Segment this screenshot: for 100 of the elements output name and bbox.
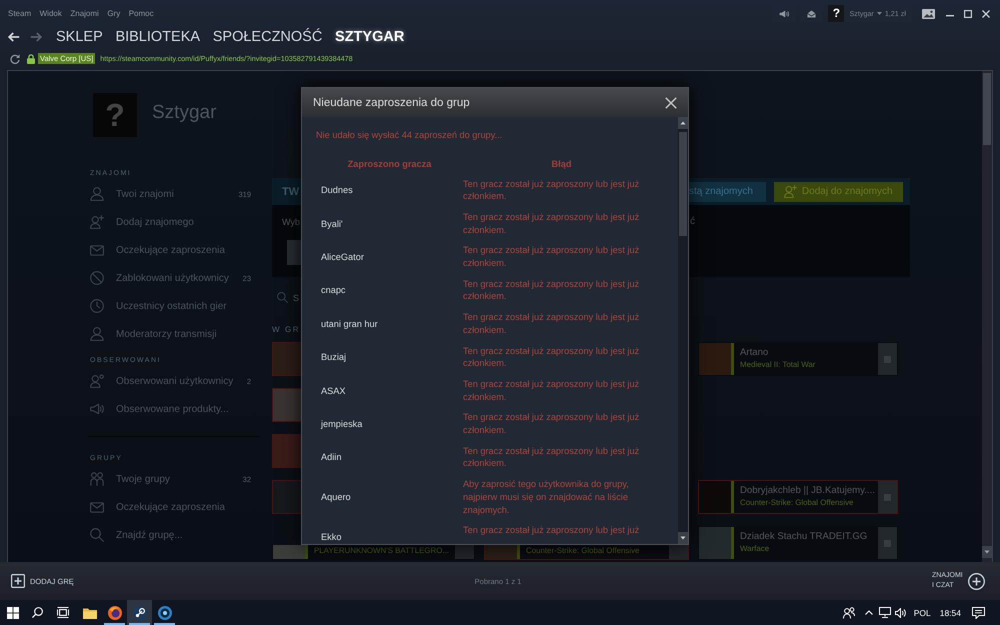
person-icon — [90, 187, 104, 201]
player-name: ASAX — [321, 384, 346, 397]
folder-icon — [82, 606, 96, 618]
windows-icon — [6, 606, 18, 618]
menu-item[interactable]: Znajomi — [70, 9, 99, 18]
error-text: Ten gracz został już zaproszony lub jest już członkiem. — [463, 444, 640, 470]
menu-item[interactable]: Steam — [8, 9, 32, 18]
language-indicator[interactable]: POL — [914, 608, 931, 618]
profile-avatar: ? — [93, 93, 137, 137]
error-text: Ten gracz został już zaproszony lub jest już członkiem. — [463, 378, 640, 404]
column-header: Błąd — [552, 158, 572, 168]
error-text: Ten gracz został już zaproszony lub jest już członkiem. — [463, 411, 640, 437]
sidebar-item[interactable]: Znajdź grupę... — [88, 521, 260, 549]
envelope-icon — [90, 244, 104, 256]
volume-icon[interactable] — [894, 608, 906, 618]
player-name: Ekko — [321, 530, 342, 543]
maximize-icon[interactable] — [964, 10, 972, 18]
menu-item[interactable]: Gry — [107, 9, 120, 18]
scroll-down-button[interactable] — [678, 532, 688, 544]
dialog-title: Nieudane zaproszenia do grup — [313, 96, 470, 108]
task-view-icon — [56, 607, 68, 618]
people-icon — [90, 472, 104, 486]
panel-text: ć — [690, 216, 695, 228]
player-name: jempieska — [321, 418, 362, 430]
scrollbar-track[interactable] — [678, 117, 688, 544]
avatar-placeholder — [273, 545, 305, 559]
error-text: Ten gracz został już zaproszony lub jest już członkiem. — [463, 244, 640, 270]
app-icon — [158, 606, 172, 620]
avatar-placeholder — [485, 545, 517, 559]
friends-list-button[interactable]: stą znajomych — [689, 182, 766, 202]
person-plus-icon — [784, 185, 797, 198]
scrollbar-thumb[interactable] — [983, 73, 991, 145]
search-icon — [32, 607, 43, 618]
friend-name: Dziadek Stachu TRADEIT.GG — [740, 530, 868, 543]
speaker-icon — [778, 10, 789, 18]
panel-text: Wyb — [281, 216, 300, 228]
scroll-down-button[interactable] — [982, 546, 992, 558]
sidebar-item[interactable]: Oczekujące zaproszenia — [88, 493, 260, 521]
error-text: Aby zaprosić tego użytkownika do grupy, najpierw musi się on znajdować na liście znajomych. — [463, 478, 630, 516]
menu-item[interactable]: Widok — [40, 9, 62, 18]
close-icon[interactable] — [982, 10, 990, 18]
forward-arrow-icon[interactable] — [30, 32, 42, 42]
sidebar-item[interactable]: Dodaj znajomego — [88, 208, 260, 236]
sidebar-item[interactable]: Moderatorzy transmisji — [88, 320, 260, 348]
help-button[interactable]: ? — [828, 5, 844, 22]
scroll-up-button[interactable] — [678, 117, 688, 129]
player-name: Aquero — [321, 491, 351, 504]
column-header: Zaproszono gracza — [348, 158, 432, 168]
nav-tab[interactable]: SZTYGAR — [335, 28, 404, 46]
clock-icon — [90, 299, 104, 313]
player-name: Adiin — [321, 451, 342, 464]
nav-tab[interactable]: BIBLIOTEKA — [115, 28, 200, 46]
close-icon[interactable] — [665, 96, 677, 108]
speaker-icon — [90, 403, 104, 415]
error-text: Ten gracz został już zaproszony lub jest już członkiem. — [463, 278, 640, 304]
player-name: Byali' — [321, 218, 343, 230]
search-icon — [90, 528, 104, 542]
notification-icon[interactable] — [972, 606, 985, 618]
envelope-icon — [807, 10, 816, 18]
caret-icon — [876, 12, 882, 15]
header-text: TW — [281, 186, 300, 198]
avatar-placeholder — [699, 481, 731, 513]
error-text: Ten gracz został już zaproszony lub jest już członkiem. — [463, 210, 640, 236]
player-name: AliceGator — [321, 251, 364, 264]
person-icon — [90, 327, 104, 341]
clock-text[interactable]: 18:54 — [940, 608, 961, 618]
picture-icon[interactable] — [922, 8, 935, 18]
menu-item[interactable]: Pomoc — [128, 9, 154, 18]
block-icon — [90, 271, 104, 285]
sidebar-item[interactable]: Oczekujące zaproszenia — [88, 236, 260, 264]
person-plus-icon — [90, 215, 104, 229]
back-arrow-icon[interactable] — [8, 32, 20, 42]
player-name: cnapc — [321, 284, 346, 296]
error-text: Ten gracz został już zaproszony lub jest już członkiem. — [463, 311, 640, 337]
error-message: Nie udało się wysłać 44 zaproszeń do grupy... — [316, 130, 502, 140]
sidebar-item[interactable]: Obserwowane produkty... — [88, 395, 260, 423]
envelope-icon — [90, 502, 104, 512]
chevron-up-icon[interactable] — [864, 610, 873, 615]
taskbar-button[interactable] — [127, 600, 152, 625]
reload-icon[interactable] — [10, 54, 20, 64]
network-icon[interactable] — [878, 607, 891, 618]
avatar-placeholder — [699, 527, 731, 559]
sidebar-item[interactable]: Uczestnicy ostatnich gier — [88, 292, 260, 320]
player-name: Buziaj — [321, 351, 346, 364]
friend-name: Artano — [740, 346, 768, 359]
nav-tab[interactable]: SPOŁECZNOŚĆ — [212, 28, 322, 46]
error-text: Ten gracz został już zaproszony lub jest już członkiem. — [463, 344, 640, 370]
error-text: Ten gracz został już zaproszony lub jest już członkiem. — [463, 178, 640, 203]
player-name: Dudnes — [321, 184, 353, 196]
player-name: utani gran hur — [321, 318, 378, 330]
minimize-icon[interactable] — [946, 15, 954, 17]
nav-tab[interactable]: SKLEP — [56, 28, 103, 46]
friend-name: Dobryjakchleb || JB.Katujemy.... — [740, 484, 875, 497]
people-icon[interactable] — [842, 606, 855, 618]
plus-circle-icon — [968, 572, 985, 590]
browser-icon — [108, 606, 122, 620]
scrollbar-thumb[interactable] — [679, 132, 687, 236]
error-text: Ten gracz został już zaproszony lub jest już — [463, 524, 640, 537]
scrollbar-track[interactable] — [982, 71, 992, 562]
avatar-placeholder — [699, 343, 731, 375]
